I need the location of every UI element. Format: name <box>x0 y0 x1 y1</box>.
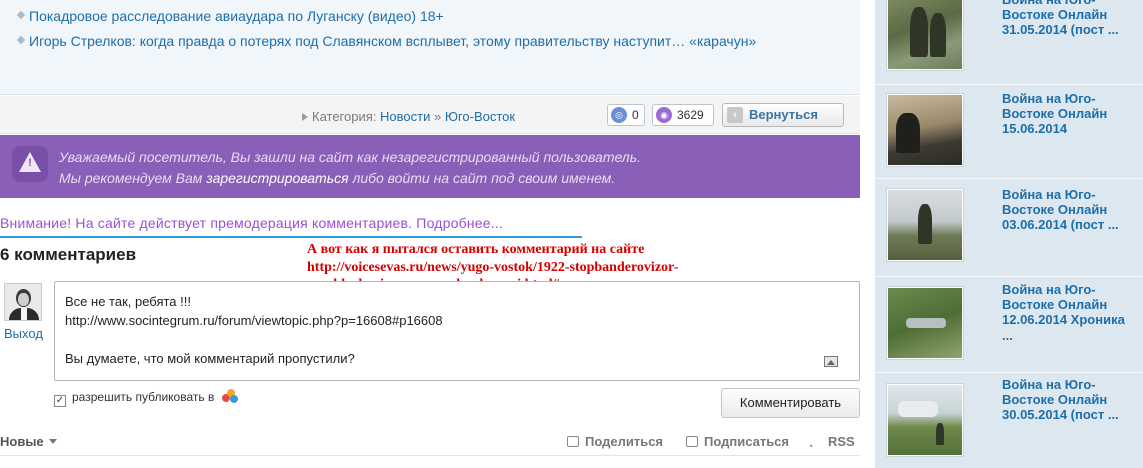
sort-label: Новые <box>0 434 44 449</box>
subscribe-label: Подписаться <box>704 434 790 449</box>
rss-label: RSS <box>828 434 855 449</box>
news-thumbnail[interactable] <box>887 0 963 70</box>
related-news-item[interactable]: Покадровое расследование авиаудара по Лу… <box>16 6 848 26</box>
article-meta-bar: Категория: Новости » Юго-Восток ◎ 0 ◉ 36… <box>0 96 860 134</box>
chevron-down-icon <box>48 439 57 444</box>
share-icon <box>567 436 579 447</box>
breadcrumb-separator: » <box>433 109 442 124</box>
submit-comment-button[interactable]: Комментировать <box>721 388 860 418</box>
image-icon[interactable] <box>824 356 838 367</box>
comments-count-badge[interactable]: ◎ 0 <box>607 104 645 126</box>
divider <box>875 276 1143 277</box>
comments-title: 6 комментариев <box>0 245 137 264</box>
comment-line: Все не так, ребята !!! <box>65 294 191 309</box>
related-news-link[interactable]: Игорь Стрелков: когда правда о потерях п… <box>29 31 848 51</box>
sort-dropdown[interactable]: Новые <box>0 434 57 449</box>
subscribe-button[interactable]: Подписаться <box>686 434 789 449</box>
sidebar-news-link[interactable]: Война на Юго-Востоке Онлайн 03.06.2014 (… <box>1002 187 1137 233</box>
register-link[interactable]: зарегистрироваться <box>206 170 348 186</box>
sidebar-news-link[interactable]: Война на Юго-Востоке Онлайн 31.05.2014 (… <box>1002 0 1137 38</box>
divider <box>875 372 1143 373</box>
sidebar-news-link[interactable]: Война на Юго-Востоке Онлайн 30.05.2014 (… <box>1002 377 1137 423</box>
divider <box>875 178 1143 179</box>
notice-text: либо войти на сайт под своим именем. <box>348 170 616 186</box>
views-count-badge: ◉ 3629 <box>652 104 714 126</box>
avatar <box>4 283 42 321</box>
comment-line <box>65 330 849 349</box>
sidebar-news-link[interactable]: Война на Юго-Востоке Онлайн 12.06.2014 Х… <box>1002 282 1137 343</box>
category-label: Категория: <box>312 109 377 124</box>
eye-icon: ◉ <box>656 107 672 123</box>
comments-count: 0 <box>632 108 639 122</box>
comment-textarea[interactable]: Все не так, ребята !!! http://www.socint… <box>54 281 860 381</box>
notice-text: Мы рекомендуем Вам <box>59 170 207 186</box>
notice-line-1: Уважаемый посетитель, Вы зашли на сайт к… <box>59 149 641 165</box>
category-link-news[interactable]: Новости <box>380 109 430 124</box>
sidebar-related: Война на Юго-Востоке Онлайн 31.05.2014 (… <box>875 0 1143 468</box>
comment-icon: ◎ <box>611 107 627 123</box>
share-button[interactable]: Поделиться <box>567 434 663 449</box>
warning-icon: ! <box>12 146 48 182</box>
bullet-icon <box>16 10 26 20</box>
divider <box>0 455 860 456</box>
category-breadcrumb: Категория: Новости » Юго-Восток <box>302 109 515 124</box>
related-news-item[interactable]: Игорь Стрелков: когда правда о потерях п… <box>16 31 848 51</box>
envelope-icon <box>686 436 698 447</box>
comment-line: http://www.socintegrum.ru/forum/viewtopi… <box>65 313 443 328</box>
news-thumbnail[interactable] <box>887 189 963 261</box>
sidebar-news-link[interactable]: Война на Юго-Востоке Онлайн 15.06.2014 <box>1002 91 1137 137</box>
social-network-icon <box>221 389 238 403</box>
comment-line: Вы думаете, что мой комментарий пропусти… <box>65 351 355 366</box>
divider <box>875 84 1143 85</box>
related-news-block: Покадровое расследование авиаудара по Лу… <box>0 0 860 95</box>
bullet-icon <box>16 35 26 45</box>
share-label: Поделиться <box>585 434 664 449</box>
arrow-left-icon: ‹ <box>727 107 743 123</box>
guest-notice: ! Уважаемый посетитель, Вы зашли на сайт… <box>0 135 860 198</box>
arrow-right-icon <box>302 113 308 121</box>
allow-publish-checkbox[interactable]: ✓ <box>54 395 66 407</box>
annotation-line: А вот как я пытался оставить комментарий… <box>307 242 645 257</box>
divider <box>0 236 582 238</box>
news-thumbnail[interactable] <box>887 94 963 166</box>
rss-icon <box>810 436 822 447</box>
views-count: 3629 <box>677 108 704 122</box>
news-thumbnail[interactable] <box>887 287 963 359</box>
notice-line-2: Мы рекомендуем Вам зарегистрироваться ли… <box>59 170 615 186</box>
back-button[interactable]: ‹ Вернуться <box>722 103 844 127</box>
category-link-southeast[interactable]: Юго-Восток <box>445 109 515 124</box>
logout-link[interactable]: Выход <box>4 326 43 341</box>
allow-publish-option: ✓ разрешить публиковать в <box>54 389 238 407</box>
news-thumbnail[interactable] <box>887 384 963 456</box>
allow-publish-label: разрешить публиковать в <box>72 390 215 404</box>
related-news-link[interactable]: Покадровое расследование авиаудара по Лу… <box>29 6 848 26</box>
rss-button[interactable]: RSS <box>810 434 855 449</box>
premoderation-link[interactable]: Внимание! На сайте действует премодераци… <box>0 215 503 231</box>
back-button-label: Вернуться <box>749 107 818 122</box>
annotation-line: http://voicesevas.ru/news/yugo-vostok/19… <box>307 259 679 275</box>
